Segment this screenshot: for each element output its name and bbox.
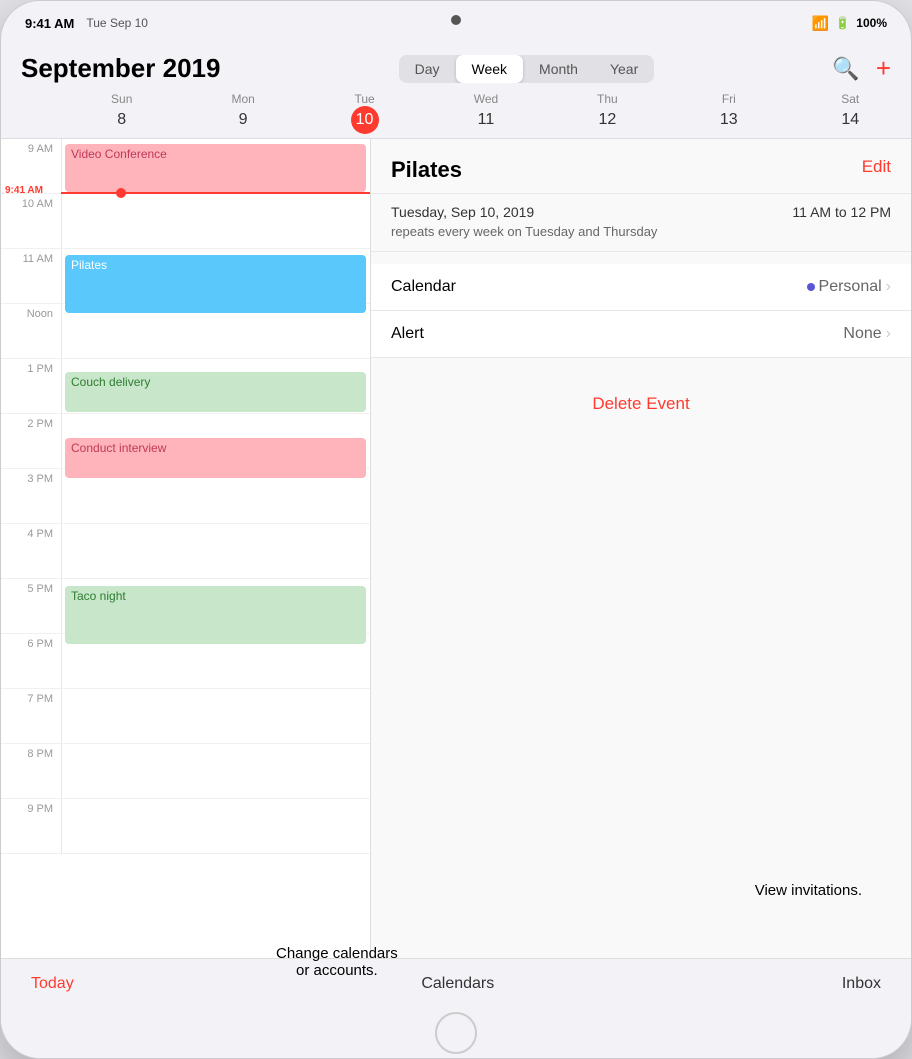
status-left: 9:41 AM Tue Sep 10 bbox=[25, 16, 148, 31]
detail-header: Pilates Edit bbox=[371, 139, 911, 194]
view-day-button[interactable]: Day bbox=[399, 55, 456, 83]
time-slot-8pm: 8 PM bbox=[1, 744, 370, 799]
detail-date-time-block: Tuesday, Sep 10, 2019 11 AM to 12 PM rep… bbox=[371, 194, 911, 252]
calendar-header: September 2019 Day Week Month Year 🔍 + bbox=[1, 45, 911, 84]
delete-event-button[interactable]: Delete Event bbox=[371, 378, 911, 430]
home-area bbox=[1, 1008, 911, 1058]
status-right: 📶 🔋 100% bbox=[812, 15, 887, 32]
event-conduct-interview[interactable]: Conduct interview bbox=[65, 438, 366, 478]
ipad-device: 9:41 AM Tue Sep 10 📶 🔋 100% September 20… bbox=[0, 0, 912, 1059]
event-pilates[interactable]: Pilates bbox=[65, 255, 366, 313]
day-col-sun[interactable]: Sun 8 bbox=[61, 92, 182, 134]
current-time-line bbox=[61, 192, 370, 194]
event-couch-delivery[interactable]: Couch delivery bbox=[65, 372, 366, 412]
calendar-dot bbox=[807, 283, 815, 291]
chevron-right-icon-2: › bbox=[886, 325, 891, 343]
alert-label: Alert bbox=[391, 325, 424, 343]
time-slot-9pm: 9 PM bbox=[1, 799, 370, 854]
day-col-mon[interactable]: Mon 9 bbox=[182, 92, 303, 134]
view-switcher: Day Week Month Year bbox=[399, 55, 655, 83]
header-actions: 🔍 + bbox=[832, 53, 891, 84]
view-week-button[interactable]: Week bbox=[456, 55, 524, 83]
event-video-conference[interactable]: Video Conference bbox=[65, 144, 366, 192]
view-month-button[interactable]: Month bbox=[523, 55, 594, 83]
status-date: Tue Sep 10 bbox=[86, 16, 148, 30]
search-icon[interactable]: 🔍 bbox=[832, 56, 859, 82]
detail-date: Tuesday, Sep 10, 2019 bbox=[391, 204, 534, 220]
day-col-tue[interactable]: Tue 10 bbox=[304, 92, 425, 134]
status-time: 9:41 AM bbox=[25, 16, 74, 31]
month-title: September 2019 bbox=[21, 53, 220, 84]
calendar-value[interactable]: Personal › bbox=[807, 278, 891, 296]
wifi-icon: 📶 bbox=[812, 15, 829, 32]
calendar-scroll[interactable]: 9:41 AM Video Conference Pilates Couch d… bbox=[1, 139, 370, 990]
day-col-sat[interactable]: Sat 14 bbox=[790, 92, 911, 134]
day-col-thu[interactable]: Thu 12 bbox=[547, 92, 668, 134]
day-headers-row: Sun 8 Mon 9 Tue 10 Wed 11 Thu 12 Fri 13 … bbox=[1, 84, 911, 139]
calendar-value-text: Personal bbox=[819, 278, 882, 296]
bottom-bar: Today Calendars Inbox bbox=[1, 958, 911, 1008]
time-slot-7pm: 7 PM bbox=[1, 689, 370, 744]
current-time-label: 9:41 AM bbox=[5, 185, 43, 196]
detail-panel: Pilates Edit Tuesday, Sep 10, 2019 11 AM… bbox=[371, 139, 911, 990]
time-slot-4pm: 4 PM bbox=[1, 524, 370, 579]
view-year-button[interactable]: Year bbox=[594, 55, 654, 83]
detail-rows-section: Calendar Personal › Alert None › bbox=[371, 264, 911, 358]
inbox-button[interactable]: Inbox bbox=[842, 975, 881, 993]
detail-title: Pilates bbox=[391, 157, 462, 183]
battery-percent: 100% bbox=[856, 16, 887, 30]
calendar-label: Calendar bbox=[391, 278, 456, 296]
add-event-icon[interactable]: + bbox=[876, 53, 891, 84]
detail-row-alert[interactable]: Alert None › bbox=[371, 311, 911, 358]
calendar-grid: 9:41 AM Video Conference Pilates Couch d… bbox=[1, 139, 371, 990]
edit-button[interactable]: Edit bbox=[862, 157, 891, 177]
event-taco-night[interactable]: Taco night bbox=[65, 586, 366, 644]
current-time-dot bbox=[116, 188, 126, 198]
battery-icon: 🔋 bbox=[835, 16, 850, 30]
calendars-button[interactable]: Calendars bbox=[421, 975, 494, 993]
today-button[interactable]: Today bbox=[31, 975, 74, 993]
detail-time-range: 11 AM to 12 PM bbox=[792, 204, 891, 220]
alert-value-text: None bbox=[843, 325, 881, 343]
alert-value[interactable]: None › bbox=[843, 325, 891, 343]
camera bbox=[451, 15, 461, 25]
day-col-fri[interactable]: Fri 13 bbox=[668, 92, 789, 134]
time-slot-10am: 10 AM bbox=[1, 194, 370, 249]
home-button[interactable] bbox=[435, 1012, 477, 1054]
detail-row-calendar[interactable]: Calendar Personal › bbox=[371, 264, 911, 311]
detail-repeat: repeats every week on Tuesday and Thursd… bbox=[391, 224, 891, 239]
chevron-right-icon: › bbox=[886, 278, 891, 296]
day-col-wed[interactable]: Wed 11 bbox=[425, 92, 546, 134]
time-gutter-header bbox=[1, 92, 61, 134]
detail-date-line: Tuesday, Sep 10, 2019 11 AM to 12 PM bbox=[391, 204, 891, 220]
main-content: 9:41 AM Video Conference Pilates Couch d… bbox=[1, 139, 911, 990]
